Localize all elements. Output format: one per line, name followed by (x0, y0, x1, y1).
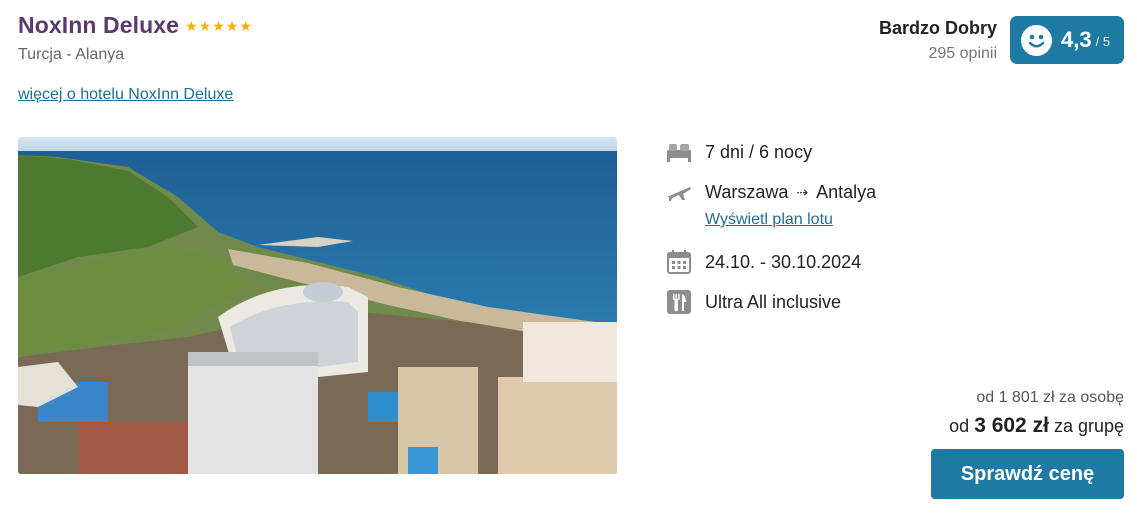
duration-text: 7 dni / 6 nocy (705, 141, 813, 162)
rating-score: 4,3 (1061, 27, 1092, 52)
price-group-amount: 3 602 zł (974, 414, 1049, 437)
star-icon: ★ (239, 17, 252, 34)
rating-max: / 5 (1095, 34, 1111, 49)
hotel-location: Turcja - Alanya (18, 46, 125, 63)
review-count[interactable]: 295 opinii (929, 45, 998, 63)
dates-text: 24.10. - 30.10.2024 (705, 251, 862, 272)
flight-plan-link[interactable]: Wyświetl plan lotu (705, 211, 833, 229)
star-icon: ★ (212, 17, 225, 34)
star-icon: ★ (185, 17, 198, 34)
rating-label: Bardzo Dobry (878, 18, 997, 38)
price-group: od 3 602 zł za grupę (949, 414, 1124, 438)
flight-row: Warszawa ⇢ Antalya (666, 179, 876, 205)
more-about-hotel-link[interactable]: więcej o hotelu NoxInn Deluxe (18, 86, 233, 104)
plane-icon (666, 179, 692, 205)
arrival-city: Antalya (816, 181, 877, 202)
route-arrow-icon: ⇢ (796, 183, 809, 200)
price-per-person: od 1 801 zł za osobę (976, 389, 1124, 406)
star-icon: ★ (225, 17, 239, 34)
price-group-suffix: za grupę (1053, 416, 1124, 436)
bed-icon (666, 139, 692, 165)
star-icon: ★ (198, 17, 212, 34)
star-rating: ★ ★ ★ ★ ★ (185, 19, 252, 33)
hotel-name[interactable]: NoxInn Deluxe (18, 12, 179, 39)
dates-row: 24.10. - 30.10.2024 (666, 249, 861, 275)
smiley-icon (1021, 24, 1052, 56)
price-group-prefix: od (949, 416, 970, 436)
board-row: Ultra All inclusive (666, 289, 841, 315)
rating-badge[interactable]: 4,3 / 5 (1010, 16, 1124, 64)
calendar-icon (666, 249, 692, 275)
board-text: Ultra All inclusive (705, 291, 842, 312)
duration-row: 7 dni / 6 nocy (666, 139, 812, 165)
hotel-title-row: NoxInn Deluxe ★ ★ ★ ★ ★ (18, 12, 252, 39)
departure-city: Warszawa (705, 181, 789, 202)
hotel-photo[interactable] (18, 137, 617, 474)
cutlery-icon (666, 289, 692, 315)
check-price-button[interactable]: Sprawdź cenę (931, 449, 1124, 499)
